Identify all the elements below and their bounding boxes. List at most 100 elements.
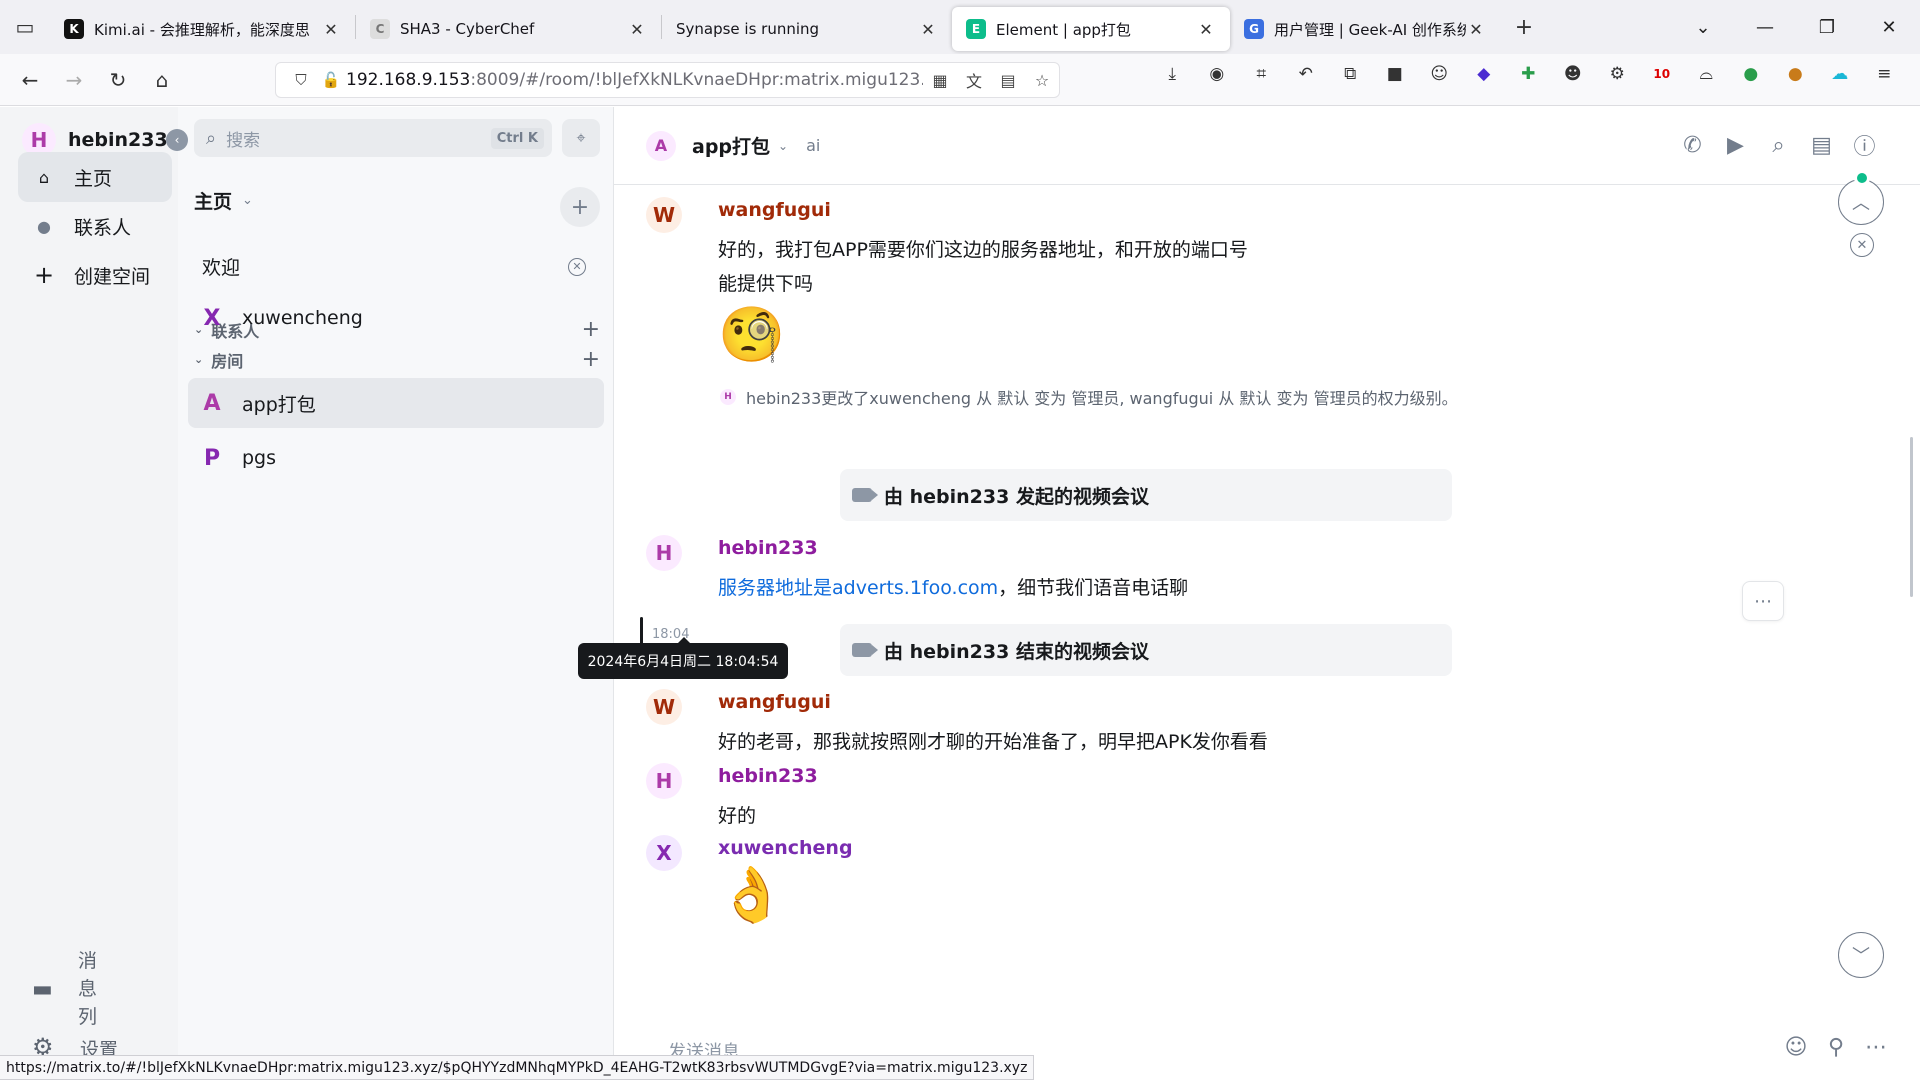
- extension-green-dot-icon[interactable]: ●: [1729, 64, 1774, 84]
- search-shortcut: Ctrl K: [490, 127, 544, 149]
- browser-tab-cyberchef[interactable]: C SHA3 - CyberChef ✕: [356, 7, 661, 51]
- restore-icon[interactable]: ❐: [1796, 17, 1858, 38]
- extension-plus-icon[interactable]: ✚: [1506, 64, 1551, 84]
- close-tab-icon[interactable]: ✕: [918, 20, 938, 39]
- collapse-panel-icon[interactable]: ‹: [166, 129, 188, 151]
- search-button[interactable]: ⌕ 搜索 Ctrl K: [194, 119, 552, 157]
- message-body: 好的: [718, 805, 757, 827]
- download-icon[interactable]: ⤓: [1150, 64, 1195, 84]
- extension-cloud-icon[interactable]: ☁: [1818, 64, 1863, 84]
- voice-call-icon[interactable]: ✆: [1671, 133, 1714, 158]
- forward-icon[interactable]: →: [52, 68, 96, 92]
- bookmark-star-icon[interactable]: ☆: [1025, 71, 1059, 90]
- avatar[interactable]: H: [646, 535, 682, 571]
- call-start-tile[interactable]: 由 hebin233 发起的视频会议: [840, 469, 1452, 521]
- avatar[interactable]: W: [646, 197, 682, 233]
- extension-dark-icon[interactable]: ■: [1373, 64, 1418, 84]
- close-tab-icon[interactable]: ✕: [1196, 20, 1216, 39]
- undo-icon[interactable]: ↶: [1284, 64, 1329, 84]
- app-menu-icon[interactable]: ≡: [1862, 64, 1907, 84]
- server-address-link[interactable]: 服务器地址是adverts.1foo.com: [718, 577, 998, 599]
- dismiss-welcome-icon[interactable]: ✕: [568, 257, 586, 276]
- sender-name[interactable]: xuwencheng: [718, 837, 853, 859]
- avatar[interactable]: W: [646, 689, 682, 725]
- address-bar[interactable]: ⛉ 🔓 192.168.9.153:8009/#/room/!blJefXkNL…: [275, 62, 1060, 98]
- ok-hand-emoji: 👌: [718, 863, 786, 926]
- room-header-actions: ✆ ▶ ⌕ ▤ ⓘ: [1671, 129, 1886, 161]
- extension-cube-icon[interactable]: ◆: [1462, 64, 1507, 84]
- browser-nav-bar: ← → ↻ ⌂ ⛉ 🔓 192.168.9.153:8009/#/room/!b…: [0, 54, 1920, 106]
- shield-icon[interactable]: ⛉: [286, 71, 316, 89]
- close-window-icon[interactable]: ✕: [1858, 17, 1920, 38]
- translate-icon[interactable]: 文: [957, 68, 991, 92]
- minimize-icon[interactable]: —: [1734, 17, 1796, 38]
- create-space-label: 创建空间: [74, 265, 151, 288]
- extension-badge-icon[interactable]: ☺: [1417, 64, 1462, 84]
- jump-to-bottom-button[interactable]: ﹀: [1838, 932, 1884, 978]
- close-tab-icon[interactable]: ✕: [1466, 20, 1486, 39]
- browser-tab-geekai[interactable]: G 用户管理 | Geek-AI 创作系统 ✕: [1230, 7, 1500, 51]
- avatar: A: [203, 390, 221, 416]
- sender-name[interactable]: wangfugui: [718, 199, 831, 221]
- sender-name[interactable]: hebin233: [718, 765, 818, 787]
- tab-title: Element | app打包: [996, 20, 1131, 39]
- room-header[interactable]: A app打包 ⌄ ai ✆ ▶ ⌕ ▤ ⓘ: [614, 107, 1920, 185]
- room-avatar[interactable]: A: [646, 130, 676, 161]
- space-contacts[interactable]: ● 联系人: [18, 201, 172, 251]
- extension-translate-icon[interactable]: ⚙: [1595, 64, 1640, 84]
- message-body: 好的，我打包APP需要你们这边的服务器地址，和开放的端口号 能提供下吗: [718, 233, 1248, 301]
- extension-face-icon[interactable]: ☻: [1551, 64, 1596, 84]
- welcome-item[interactable]: 欢迎 ✕: [202, 253, 598, 280]
- more-options-icon[interactable]: ⋯: [1856, 1035, 1896, 1060]
- url-text[interactable]: 192.168.9.153:8009/#/room/!blJefXkNLKvna…: [346, 70, 923, 90]
- section-rooms[interactable]: ⌄ 房间 +: [194, 347, 606, 372]
- back-icon[interactable]: ←: [8, 68, 52, 92]
- timeline-scrollbar[interactable]: [1910, 437, 1913, 597]
- room-title[interactable]: app打包: [692, 132, 770, 159]
- account-icon[interactable]: ◉: [1195, 64, 1240, 84]
- insecure-lock-icon[interactable]: 🔓: [316, 71, 346, 89]
- attachment-paperclip-icon[interactable]: ⚲: [1816, 1035, 1856, 1060]
- threads-icon[interactable]: ▤: [1800, 133, 1843, 158]
- add-room-button[interactable]: +: [560, 187, 600, 227]
- room-app-dabao[interactable]: A app打包: [188, 378, 604, 428]
- avatar[interactable]: H: [646, 763, 682, 799]
- dm-xuwencheng[interactable]: X xuwencheng: [188, 293, 604, 343]
- create-space-button[interactable]: + 创建空间: [18, 250, 172, 300]
- browser-tab-element[interactable]: E Element | app打包 ✕: [952, 7, 1230, 51]
- qr-code-icon[interactable]: ▦: [923, 71, 957, 90]
- extension-cookie-icon[interactable]: ●: [1773, 64, 1818, 84]
- video-call-icon[interactable]: ▶: [1714, 133, 1757, 158]
- threads-button[interactable]: ▬ 消息列: [30, 947, 170, 1028]
- extensions-puzzle-icon[interactable]: ⧉: [1328, 64, 1373, 84]
- tab-overflow-chevron-icon[interactable]: ⌄: [1672, 17, 1734, 38]
- reader-view-icon[interactable]: ▤: [991, 71, 1025, 90]
- close-tab-icon[interactable]: ✕: [627, 20, 647, 39]
- space-home[interactable]: ⌂ 主页: [18, 152, 172, 202]
- avatar[interactable]: X: [646, 835, 682, 871]
- explore-rooms-icon[interactable]: ⌖: [562, 119, 600, 157]
- list-all-tabs-icon[interactable]: ▭: [0, 0, 50, 54]
- tab-title: 用户管理 | Geek-AI 创作系统: [1274, 20, 1466, 39]
- extension-hat-icon[interactable]: ⌓: [1684, 64, 1729, 84]
- dismiss-unread-icon[interactable]: ✕: [1850, 233, 1874, 257]
- room-pgs[interactable]: P pgs: [188, 433, 604, 483]
- reload-icon[interactable]: ↻: [96, 68, 140, 92]
- emoji-picker-icon[interactable]: ☺: [1776, 1035, 1816, 1060]
- message-options-button[interactable]: ⋯: [1742, 581, 1784, 621]
- room-info-icon[interactable]: ⓘ: [1843, 129, 1886, 161]
- home-icon[interactable]: ⌂: [140, 68, 184, 92]
- extension-notification-badge[interactable]: 10: [1640, 67, 1685, 81]
- close-tab-icon[interactable]: ✕: [321, 20, 341, 39]
- room-list-header[interactable]: 主页 ⌄: [194, 187, 253, 214]
- room-search-icon[interactable]: ⌕: [1757, 133, 1800, 158]
- screenshot-crop-icon[interactable]: ⌗: [1239, 64, 1284, 84]
- search-placeholder: 搜索: [226, 130, 261, 151]
- call-end-tile[interactable]: 由 hebin233 结束的视频会议: [840, 624, 1452, 676]
- sender-name[interactable]: hebin233: [718, 537, 818, 559]
- new-tab-icon[interactable]: +: [1504, 15, 1544, 40]
- browser-tab-kimi[interactable]: K Kimi.ai - 会推理解析，能深度思 ✕: [50, 7, 355, 51]
- browser-tab-synapse[interactable]: Synapse is running ✕: [662, 7, 952, 51]
- add-room-icon[interactable]: +: [582, 347, 600, 372]
- sender-name[interactable]: wangfugui: [718, 691, 831, 713]
